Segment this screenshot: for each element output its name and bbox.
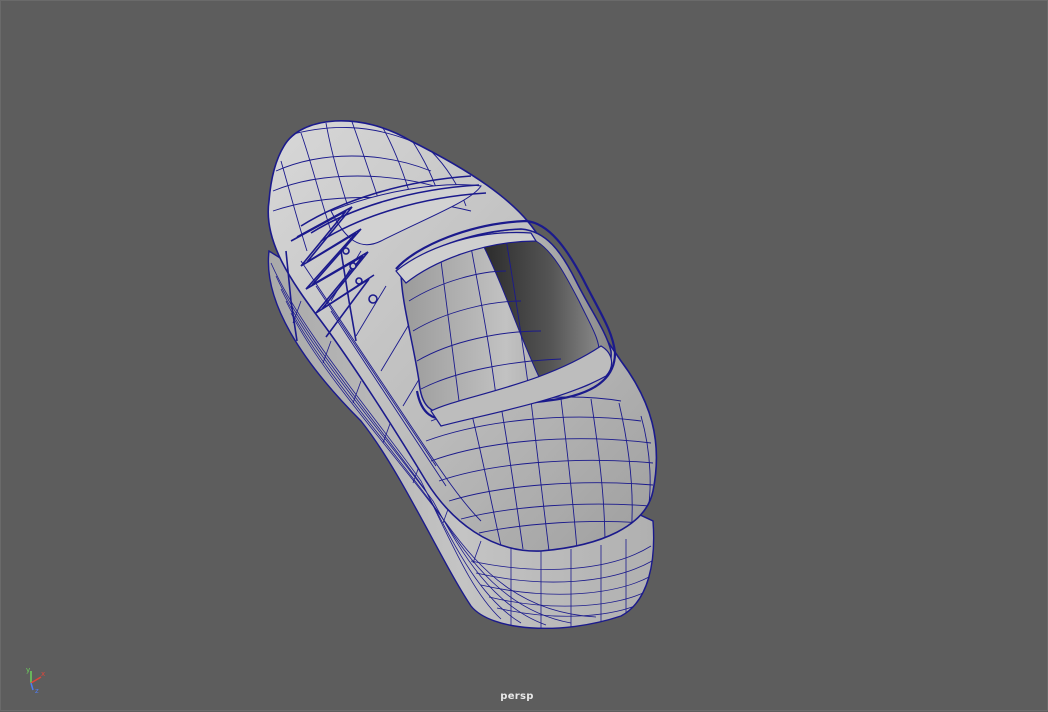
shoe-model[interactable] — [1, 1, 1048, 712]
perspective-viewport[interactable]: y x z persp — [0, 0, 1048, 711]
axis-x-label: x — [41, 670, 45, 678]
camera-name-label: persp — [500, 691, 534, 702]
axis-y-label: y — [26, 666, 30, 674]
